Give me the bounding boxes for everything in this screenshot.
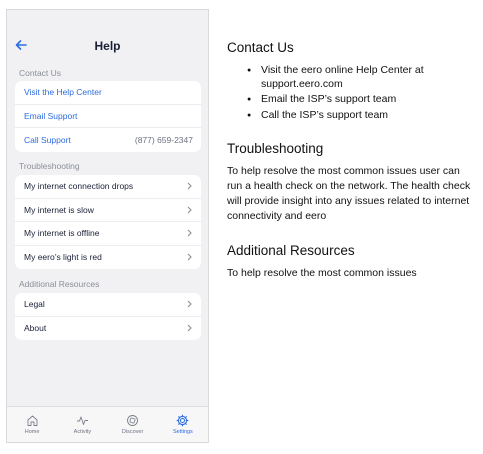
resources-card: Legal About [15, 293, 201, 340]
troubleshooting-card: My internet connection drops My internet… [15, 175, 201, 269]
internet-offline-item[interactable]: My internet is offline [15, 222, 201, 246]
tab-label: Discover [121, 429, 144, 435]
bottom-tab-bar: Home Activity Discover Settings [7, 406, 208, 442]
section-label-troubleshooting: Troubleshooting [19, 161, 80, 171]
chevron-right-icon [187, 253, 192, 261]
item-label: My internet is offline [24, 228, 100, 239]
gear-icon [176, 414, 189, 427]
phone-screen: Help Contact Us Visit the Help Center Em… [6, 9, 209, 443]
internet-slow-item[interactable]: My internet is slow [15, 199, 201, 222]
email-support-item[interactable]: Email Support [15, 105, 201, 128]
resources-heading: Additional Resources [227, 243, 355, 258]
visit-help-center-item[interactable]: Visit the Help Center [15, 81, 201, 105]
tab-discover[interactable]: Discover [111, 414, 155, 435]
bullet-item: Email the ISP’s support team [247, 93, 479, 107]
troubleshooting-text: To help resolve the most common issues u… [227, 165, 471, 222]
tab-home[interactable]: Home [10, 414, 54, 435]
chevron-right-icon [187, 229, 192, 237]
light-red-item[interactable]: My eero’s light is red [15, 246, 201, 270]
section-label-contact: Contact Us [19, 68, 62, 78]
chevron-right-icon [187, 300, 192, 308]
connection-drops-item[interactable]: My internet connection drops [15, 175, 201, 199]
item-label: Email Support [24, 110, 78, 121]
nav-header: Help [7, 10, 208, 66]
item-label: My internet is slow [24, 204, 94, 215]
support-phone-number: (877) 659-2347 [134, 134, 193, 145]
item-label: My eero’s light is red [24, 252, 102, 263]
item-label: Call Support [24, 134, 71, 145]
page-title: Help [94, 39, 121, 53]
contact-heading: Contact Us [227, 40, 294, 55]
activity-icon [76, 416, 88, 425]
section-label-resources: Additional Resources [19, 279, 100, 289]
home-icon [27, 415, 38, 426]
chevron-right-icon [187, 324, 192, 332]
discover-icon [127, 415, 139, 426]
tab-settings[interactable]: Settings [161, 414, 205, 435]
item-label: About [24, 323, 47, 334]
chevron-right-icon [187, 182, 192, 190]
troubleshooting-heading: Troubleshooting [227, 141, 324, 156]
chevron-right-icon [187, 206, 192, 214]
bullet-item: Visit the eero online Help Center at sup… [247, 64, 479, 91]
call-support-item[interactable]: Call Support (877) 659-2347 [15, 128, 201, 152]
legal-item[interactable]: Legal [15, 293, 201, 317]
item-label: Legal [24, 299, 45, 310]
about-item[interactable]: About [15, 317, 201, 341]
contact-card: Visit the Help Center Email Support Call… [15, 81, 201, 152]
contact-bullets: Visit the eero online Help Center at sup… [247, 64, 479, 122]
bullet-item: Call the ISP’s support team [247, 109, 479, 123]
item-label: Visit the Help Center [24, 87, 102, 98]
resources-text: To help resolve the most common issues [227, 267, 417, 279]
item-label: My internet connection drops [24, 181, 134, 192]
tab-activity[interactable]: Activity [60, 414, 104, 435]
tab-label: Activity [73, 429, 92, 435]
tab-label: Home [24, 429, 40, 435]
tab-label: Settings [172, 429, 193, 435]
